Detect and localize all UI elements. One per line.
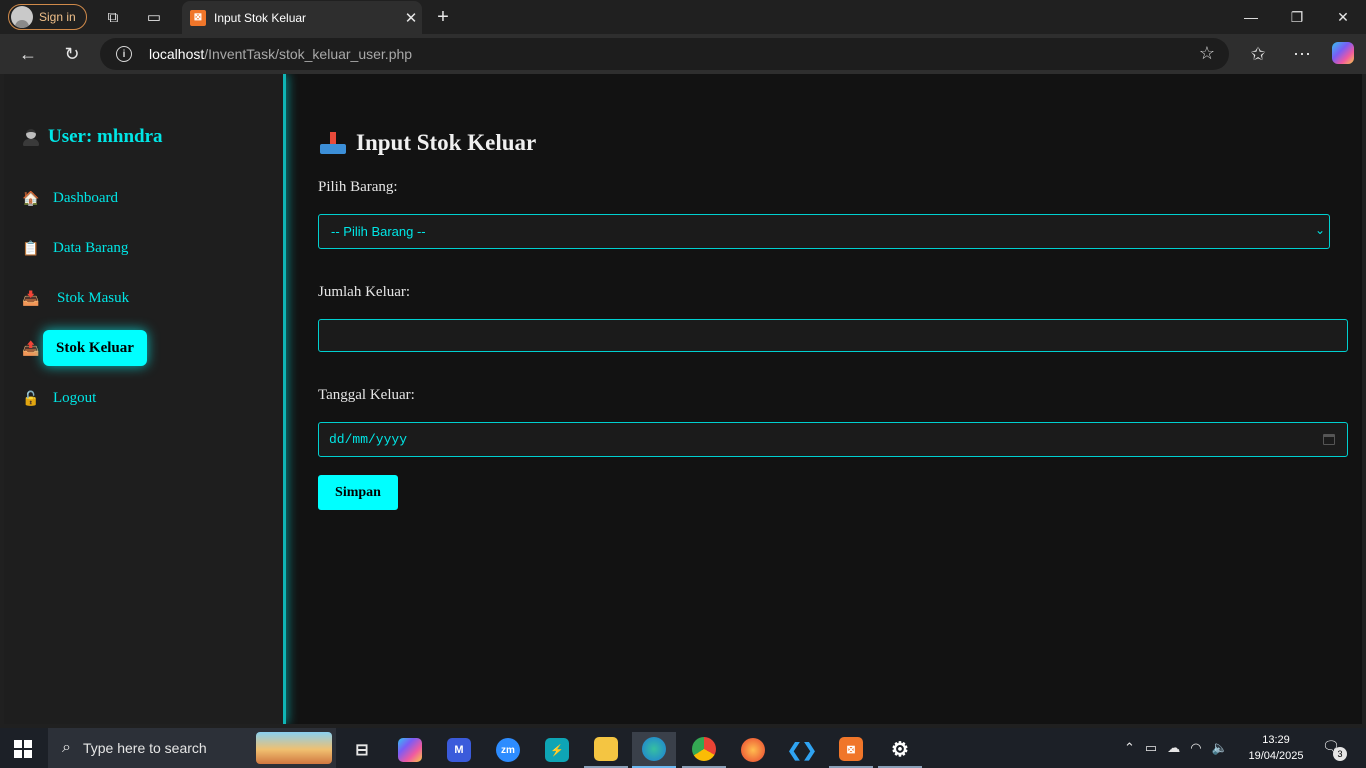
jumlah-keluar-input[interactable] [318, 319, 1348, 352]
app-icon[interactable]: M [437, 732, 481, 768]
tanggal-keluar-input[interactable]: dd/mm/yyyy [318, 422, 1348, 457]
chevron-down-icon: ⌄ [1314, 223, 1325, 237]
jumlah-keluar-label: Jumlah Keluar: [318, 284, 411, 300]
minimize-icon[interactable]: — [1236, 5, 1266, 29]
wifi-icon[interactable]: ◠ [1190, 740, 1201, 756]
system-tray: ⌃ ▭ ☁ ◠ 🔈 [1124, 728, 1228, 768]
search-highlight-image [256, 732, 332, 764]
outbox-tray-icon [320, 132, 346, 154]
favorites-icon[interactable]: ✩ [1246, 42, 1270, 66]
cloud-sync-icon[interactable]: ☁ [1167, 740, 1180, 756]
user-silhouette-icon [22, 128, 40, 146]
vscode-icon[interactable]: ❮❯ [780, 732, 824, 768]
more-menu-icon[interactable]: ⋯ [1290, 42, 1314, 66]
pilih-barang-selected-value: -- Pilih Barang -- [331, 224, 426, 239]
page-title: Input Stok Keluar [320, 130, 536, 156]
simpan-button[interactable]: Simpan [318, 475, 398, 510]
page-title-text: Input Stok Keluar [356, 130, 537, 155]
sidebar-item-dashboard[interactable]: 🏠 Dashboard [22, 180, 131, 216]
windows-start-icon[interactable] [14, 740, 32, 758]
address-bar[interactable]: i localhost/InventTask/stok_keluar_user.… [100, 38, 1229, 70]
inbox-tray-icon: 📥 [22, 289, 40, 306]
url-host: localhost [149, 46, 205, 62]
copilot-icon[interactable] [1332, 42, 1354, 64]
task-view-icon[interactable]: ⊟ [340, 732, 384, 768]
main-content: Input Stok Keluar Pilih Barang: -- Pilih… [318, 74, 1358, 724]
user-label: User: mhndra [48, 126, 163, 147]
profile-avatar-icon [11, 6, 33, 28]
sign-in-button[interactable]: Sign in [8, 4, 87, 30]
sidebar-item-logout[interactable]: 🔓 Logout [22, 380, 109, 416]
battery-icon[interactable]: ▭ [1145, 740, 1157, 756]
favorite-star-icon[interactable]: ☆ [1199, 43, 1215, 64]
pilih-barang-select[interactable]: -- Pilih Barang -- ⌄ [318, 214, 1330, 249]
copilot-taskbar-icon[interactable] [388, 732, 432, 768]
tanggal-keluar-label: Tanggal Keluar: [318, 387, 415, 403]
settings-gear-icon[interactable]: ⚙ [878, 732, 922, 768]
browser-toolbar: ← ↻ i localhost/InventTask/stok_keluar_u… [0, 34, 1366, 74]
clock-time: 13:29 [1262, 734, 1290, 746]
edge-browser-icon[interactable] [632, 732, 676, 768]
windows-taskbar: ⌕ Type here to search ⊟ M zm ⚡ ❮❯ ⊠ ⚙ ⌃ … [0, 728, 1366, 768]
lock-icon: 🔓 [22, 389, 40, 406]
chevron-up-icon[interactable]: ⌃ [1124, 740, 1135, 756]
new-tab-icon[interactable]: + [433, 6, 453, 28]
sidebar-item-stok-masuk[interactable]: 📥 Stok Masuk [22, 280, 142, 316]
close-window-icon[interactable]: ✕ [1328, 5, 1358, 29]
tab-actions-icon[interactable]: ▭ [144, 7, 164, 27]
firefox-icon[interactable] [731, 732, 775, 768]
sidebar-item-label[interactable]: Dashboard [40, 180, 131, 216]
notification-count-badge: 3 [1333, 747, 1347, 761]
page-viewport: User: mhndra 🏠 Dashboard 📋 Data Barang 📥… [4, 74, 1362, 724]
volume-icon[interactable]: 🔈 [1212, 740, 1228, 756]
taskbar-search[interactable]: ⌕ Type here to search [48, 728, 336, 768]
zoom-icon[interactable]: zm [486, 732, 530, 768]
site-info-icon[interactable]: i [116, 46, 132, 62]
tab-input-stok-keluar[interactable]: ⊠ Input Stok Keluar ✕ [182, 1, 422, 34]
restore-icon[interactable]: ❐ [1282, 5, 1312, 29]
chrome-icon[interactable] [682, 732, 726, 768]
house-icon: 🏠 [22, 189, 40, 206]
tab-title: Input Stok Keluar [214, 10, 307, 25]
taskbar-clock[interactable]: 13:29 19/04/2025 [1248, 732, 1304, 764]
close-tab-icon[interactable]: ✕ [400, 9, 422, 27]
refresh-icon[interactable]: ↻ [60, 42, 84, 66]
back-icon[interactable]: ← [16, 42, 40, 66]
sidebar-item-label[interactable]: Logout [40, 380, 109, 416]
pilih-barang-label: Pilih Barang: [318, 179, 398, 195]
search-icon: ⌕ [62, 739, 71, 756]
outbox-tray-icon: 📤 [22, 339, 40, 356]
sidebar-item-label[interactable]: Stok Masuk [40, 280, 142, 316]
clipboard-icon: 📋 [22, 239, 40, 256]
sidebar-item-data-barang[interactable]: 📋 Data Barang [22, 230, 141, 266]
calendar-icon[interactable] [1323, 434, 1335, 445]
user-heading: User: mhndra [22, 126, 163, 148]
date-placeholder: dd/mm/yyyy [329, 432, 408, 447]
xampp-favicon-icon: ⊠ [190, 9, 206, 26]
sidebar-item-stok-keluar[interactable]: 📤 Stok Keluar [22, 330, 147, 366]
sign-in-label: Sign in [39, 10, 76, 24]
power-automate-icon[interactable]: ⚡ [535, 732, 579, 768]
file-explorer-icon[interactable] [584, 732, 628, 768]
taskbar-search-placeholder: Type here to search [82, 740, 207, 756]
xampp-icon[interactable]: ⊠ [829, 732, 873, 768]
workspaces-icon[interactable]: ⧉ [103, 7, 123, 27]
browser-tab-bar: Sign in ⧉ ▭ ⊠ Input Stok Keluar ✕ + — ❐ … [0, 0, 1366, 34]
sidebar-item-label[interactable]: Data Barang [40, 230, 141, 266]
url-path: /InventTask/stok_keluar_user.php [204, 46, 413, 62]
sidebar: User: mhndra 🏠 Dashboard 📋 Data Barang 📥… [4, 74, 286, 724]
clock-date: 19/04/2025 [1248, 750, 1304, 762]
sidebar-item-label-active[interactable]: Stok Keluar [43, 330, 147, 366]
